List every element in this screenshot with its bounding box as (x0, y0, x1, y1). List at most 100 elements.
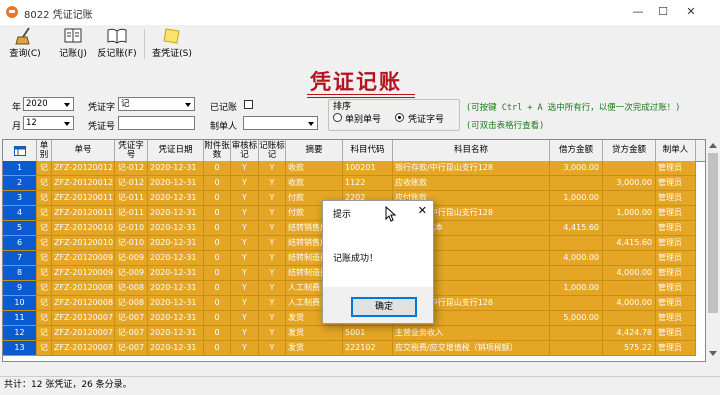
table-cell: 2020-12-31 (148, 281, 204, 296)
table-cell: 收款 (286, 161, 343, 176)
column-header[interactable]: 单别 (37, 140, 52, 161)
voucher-word-select[interactable]: 记 (118, 97, 195, 111)
table-cell: 记-007 (115, 326, 148, 341)
sort-option-order-no: 单别单号 (345, 115, 382, 125)
table-cell: 0 (204, 251, 231, 266)
table-cell (603, 281, 656, 296)
page-title: 凭证记账 (310, 69, 402, 94)
table-cell: 记 (37, 251, 52, 266)
table-row[interactable]: 13 记 ZFZ-20120007 记-007 2020-12-31 0 Y Y 发货 22210… (3, 341, 705, 356)
table-cell: 100201 (343, 161, 393, 176)
hint-double-click: (可双击表格行查看) (466, 121, 545, 131)
column-header[interactable]: 单号 (52, 140, 115, 161)
status-bar: 共计：12 张凭证，26 条分录。 (0, 376, 720, 395)
table-cell: 主营业务收入 (393, 326, 550, 341)
table-cell: 发货 (286, 326, 343, 341)
column-header[interactable]: 借方金额 (550, 140, 603, 161)
table-cell: Y (231, 266, 259, 281)
scroll-up-icon[interactable] (709, 143, 717, 148)
table-cell: 管理员 (656, 266, 696, 281)
table-cell: 发货 (286, 341, 343, 356)
table-cell: 1122 (343, 176, 393, 191)
table-cell: 记-009 (115, 266, 148, 281)
table-cell: 0 (204, 311, 231, 326)
view-voucher-button[interactable]: 查凭证(S) (150, 26, 194, 62)
row-number: 9 (3, 281, 37, 296)
month-select[interactable]: 12 (23, 116, 74, 130)
sort-radio-voucher-no[interactable] (395, 113, 404, 122)
column-header[interactable]: 凭证字号 (115, 140, 148, 161)
column-header[interactable]: 凭证日期 (148, 140, 204, 161)
column-header[interactable]: 科目名称 (393, 140, 550, 161)
dialog-close-button[interactable]: ✕ (418, 204, 427, 217)
voucher-word-label: 凭证字 (88, 103, 116, 113)
scroll-down-icon[interactable] (709, 351, 717, 356)
year-select[interactable]: 2020 (23, 97, 74, 111)
close-button[interactable]: ✕ (676, 2, 706, 22)
table-cell: 管理员 (656, 206, 696, 221)
unpost-label: 反记账(F) (97, 49, 137, 59)
table-row[interactable]: 1 记 ZFZ-20120012 记-012 2020-12-31 0 Y Y 收款 100201… (3, 161, 705, 176)
column-header[interactable]: 附件张数 (204, 140, 231, 161)
column-header[interactable]: 科目代码 (343, 140, 393, 161)
posted-checkbox[interactable] (244, 100, 253, 109)
table-cell: 管理员 (656, 341, 696, 356)
table-row[interactable]: 12 记 ZFZ-20120007 记-007 2020-12-31 0 Y Y 发货 5001 主… (3, 326, 705, 341)
toolbar-separator (144, 29, 145, 59)
table-cell (550, 176, 603, 191)
table-cell: Y (231, 311, 259, 326)
dialog-title: 提示 (333, 210, 352, 220)
table-cell: ZFZ-20120012 (52, 161, 115, 176)
table-cell (550, 296, 603, 311)
table-cell: Y (259, 221, 286, 236)
maximize-button[interactable]: ☐ (648, 2, 678, 22)
unpost-button[interactable]: 反记账(F) (95, 26, 139, 62)
post-button[interactable]: 记账(J) (56, 26, 90, 62)
table-cell: 管理员 (656, 326, 696, 341)
voucher-no-input[interactable] (118, 116, 195, 130)
table-cell: 0 (204, 266, 231, 281)
column-header[interactable]: 记账标记 (259, 140, 286, 161)
vertical-scrollbar[interactable] (706, 139, 720, 362)
bookkeeper-label: 制单人 (210, 122, 238, 132)
table-cell: 应收账款 (393, 176, 550, 191)
column-header[interactable]: 摘要 (286, 140, 343, 161)
table-cell: 4,424.78 (603, 326, 656, 341)
table-cell: 记-008 (115, 296, 148, 311)
table-cell: 记 (37, 266, 52, 281)
table-cell: 管理员 (656, 236, 696, 251)
table-cell: Y (259, 161, 286, 176)
sort-radio-order-no[interactable] (333, 113, 342, 122)
table-cell: 应交税费/应交增值税（销项税额） (393, 341, 550, 356)
dialog-ok-button[interactable]: 确定 (351, 297, 417, 317)
dialog-body: 记账成功！ (323, 225, 433, 287)
table-cell: 记-007 (115, 311, 148, 326)
table-cell: 记 (37, 206, 52, 221)
query-button[interactable]: 查询(C) (6, 26, 44, 62)
table-cell: 收款 (286, 176, 343, 191)
column-header[interactable]: 贷方金额 (603, 140, 656, 161)
table-cell: 记 (37, 281, 52, 296)
column-header[interactable]: 制单人 (656, 140, 696, 161)
dialog-title-bar: 提示 ✕ (323, 201, 433, 225)
table-cell: 记 (37, 221, 52, 236)
bookkeeper-select[interactable] (243, 116, 318, 130)
row-number: 10 (3, 296, 37, 311)
scroll-thumb[interactable] (708, 153, 718, 313)
voucher-word-value: 记 (121, 99, 130, 109)
column-header[interactable]: 审核标记 (231, 140, 259, 161)
table-cell (550, 341, 603, 356)
table-cell: 3,000.00 (550, 161, 603, 176)
table-cell: ZFZ-20120010 (52, 236, 115, 251)
table-cell: 记 (37, 311, 52, 326)
table-cell: Y (231, 341, 259, 356)
table-cell: 3,000.00 (603, 176, 656, 191)
table-row[interactable]: 2 记 ZFZ-20120012 记-012 2020-12-31 0 Y Y 收款 1122 应收… (3, 176, 705, 191)
open-book-icon (107, 28, 127, 44)
month-label: 月 (12, 122, 22, 132)
row-number: 7 (3, 251, 37, 266)
title-bar: 8022 凭证记账 — ☐ ✕ (0, 0, 720, 25)
grid-corner-icon (3, 140, 37, 161)
table-cell (550, 236, 603, 251)
page-title-underline (307, 94, 415, 98)
